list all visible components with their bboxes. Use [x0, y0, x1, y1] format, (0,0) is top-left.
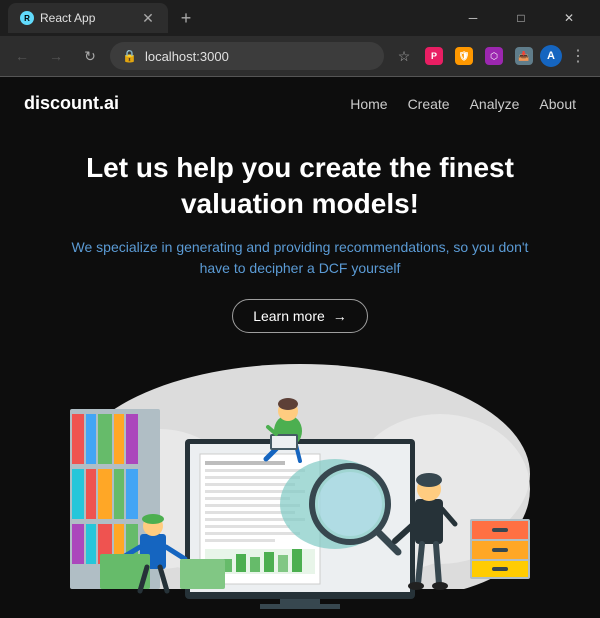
learn-more-button[interactable]: Learn more →	[232, 299, 368, 333]
learn-more-label: Learn more	[253, 308, 325, 324]
bookmark-icon[interactable]: ☆	[390, 42, 418, 70]
url-text: localhost:3000	[145, 49, 229, 64]
hero-subtitle: We specialize in generating and providin…	[60, 237, 540, 279]
chrome-menu-button[interactable]: ⋮	[564, 42, 592, 70]
minimize-button[interactable]: ─	[450, 0, 496, 36]
nav-links: Home Create Analyze About	[350, 96, 576, 112]
nav-analyze[interactable]: Analyze	[470, 96, 520, 112]
website-content: discount.ai Home Create Analyze About Le…	[0, 77, 600, 618]
extension-icon-4[interactable]: 📥	[510, 42, 538, 70]
profile-icon[interactable]: A	[540, 45, 562, 67]
toolbar-icons: ☆ P 🛡 ⬡ 📥 A ⋮	[390, 42, 592, 70]
security-lock-icon: 🔒	[122, 49, 137, 63]
hero-section: Let us help you create the finest valuat…	[0, 130, 600, 349]
new-tab-button[interactable]: +	[172, 4, 200, 32]
extension-icon-1[interactable]: P	[420, 42, 448, 70]
browser-tab[interactable]: R React App ✕	[8, 3, 168, 33]
tab-title: React App	[40, 11, 95, 25]
nav-home[interactable]: Home	[350, 96, 387, 112]
refresh-button[interactable]: ↻	[76, 42, 104, 70]
site-navigation: discount.ai Home Create Analyze About	[0, 77, 600, 130]
url-bar[interactable]: 🔒 localhost:3000	[110, 42, 384, 70]
site-logo: discount.ai	[24, 93, 119, 114]
tab-bar: R React App ✕ + ─ □ ✕	[0, 0, 600, 36]
hero-illustration	[0, 349, 600, 609]
back-button[interactable]: ←	[8, 42, 36, 70]
extension-icon-3[interactable]: ⬡	[480, 42, 508, 70]
tab-favicon: R	[20, 11, 34, 25]
illustration-svg	[40, 349, 560, 609]
address-bar: ← → ↻ 🔒 localhost:3000 ☆ P 🛡 ⬡ 📥 A ⋮	[0, 36, 600, 76]
nav-about[interactable]: About	[539, 96, 576, 112]
maximize-button[interactable]: □	[498, 0, 544, 36]
nav-create[interactable]: Create	[408, 96, 450, 112]
forward-button[interactable]: →	[42, 42, 70, 70]
hero-title: Let us help you create the finest valuat…	[40, 150, 560, 223]
tab-close-button[interactable]: ✕	[140, 10, 156, 26]
window-controls: ─ □ ✕	[450, 0, 592, 36]
close-button[interactable]: ✕	[546, 0, 592, 36]
learn-more-arrow: →	[333, 308, 347, 324]
browser-chrome: R React App ✕ + ─ □ ✕ ← → ↻ 🔒 localhost:…	[0, 0, 600, 77]
extension-icon-2[interactable]: 🛡	[450, 42, 478, 70]
